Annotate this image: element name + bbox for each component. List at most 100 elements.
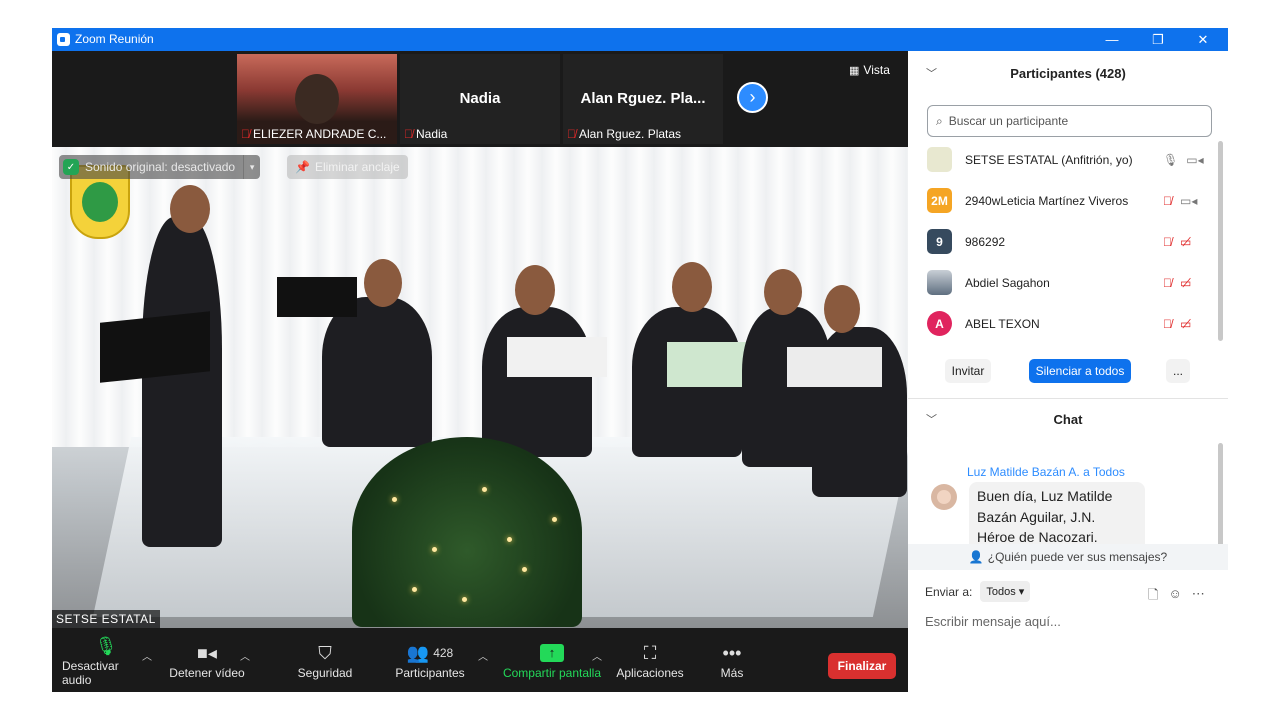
- camera-off-icon[interactable]: ▭̸: [1180, 276, 1191, 290]
- mic-off-icon: 🎙̸: [404, 127, 413, 141]
- thumb-big-name: Nadia: [459, 90, 501, 107]
- search-placeholder: Buscar un participante: [948, 114, 1069, 128]
- invite-button[interactable]: Invitar: [945, 359, 991, 383]
- share-screen-icon: ↑: [540, 640, 564, 666]
- musician: [482, 307, 592, 457]
- meeting-toolbar: 🎙 Desactivar audio ︿ ■◂ Detener vídeo ︿ …: [52, 628, 908, 692]
- view-button[interactable]: ▦ Vista: [849, 63, 890, 77]
- mic-off-icon[interactable]: 🎙̸: [1163, 276, 1172, 290]
- original-sound-label: Sonido original: desactivado: [85, 160, 236, 174]
- divider: [908, 398, 1228, 399]
- share-screen-button[interactable]: ↑ Compartir pantalla: [500, 628, 604, 692]
- mic-off-icon: 🎙̸: [241, 127, 250, 141]
- chevron-up-icon[interactable]: ︿: [142, 648, 152, 663]
- mic-off-icon[interactable]: 🎙̸: [1163, 235, 1172, 249]
- more-button[interactable]: ••• Más: [707, 628, 757, 692]
- light: [507, 537, 512, 542]
- singer-head: [170, 185, 210, 233]
- file-icon[interactable]: 🗋: [1148, 586, 1158, 608]
- unpin-button[interactable]: 📌 Eliminar anclaje: [287, 155, 408, 179]
- participant-search-input[interactable]: ⌕ Buscar un participante: [927, 105, 1212, 137]
- chevron-up-icon[interactable]: ︿: [478, 648, 488, 663]
- musician-head: [364, 259, 402, 307]
- nativity-tree: [352, 437, 582, 627]
- pin-icon: 📌: [295, 160, 310, 174]
- participants-scrollbar[interactable]: [1218, 141, 1223, 341]
- mute-all-button[interactable]: Silenciar a todos: [1029, 359, 1131, 383]
- more-dots-icon[interactable]: ⋯: [1192, 586, 1205, 608]
- shield-icon: ⛉: [318, 642, 332, 663]
- participant-row[interactable]: 9 986292 🎙̸ ▭̸: [908, 221, 1228, 262]
- microphone-icon[interactable]: 🎙: [1163, 153, 1178, 167]
- grid-icon: ▦: [849, 64, 860, 77]
- participants-button[interactable]: 👥 428 Participantes: [392, 628, 468, 692]
- music-sheet: [507, 337, 607, 377]
- end-meeting-button[interactable]: Finalizar: [828, 653, 896, 679]
- minimize-button[interactable]: —: [1089, 28, 1135, 51]
- zoom-window: Zoom Reunión — ❐ ✕ 🎙̸ ELIEZER ANDRADE C.…: [52, 28, 1228, 692]
- chevron-down-icon[interactable]: ﹀: [926, 65, 937, 81]
- participant-name: 2940wLeticia Martínez Viveros: [965, 193, 1129, 208]
- camera-off-icon[interactable]: ▭̸: [1180, 235, 1191, 249]
- apps-button[interactable]: ⛶ Aplicaciones: [614, 628, 686, 692]
- participant-name: Abdiel Sagahon: [965, 275, 1050, 290]
- chevron-up-icon[interactable]: ︿: [240, 648, 250, 663]
- search-icon: ⌕: [936, 113, 943, 128]
- light: [522, 567, 527, 572]
- original-sound-bar[interactable]: ✓ Sonido original: desactivado ▾: [59, 155, 261, 179]
- next-page-button[interactable]: ›: [737, 82, 768, 113]
- participant-controls: 🎙̸ ▭̸: [1163, 235, 1191, 249]
- security-button[interactable]: ⛉ Seguridad: [290, 628, 360, 692]
- mute-button[interactable]: 🎙 Desactivar audio: [62, 628, 150, 692]
- apps-label: Aplicaciones: [616, 666, 684, 680]
- recipient-value: Todos: [986, 586, 1016, 598]
- emoji-icon[interactable]: ☺: [1168, 586, 1181, 608]
- participant-head: [295, 74, 339, 124]
- more-label: Más: [720, 666, 744, 680]
- chat-message-input[interactable]: Escribir mensaje aquí...: [925, 614, 1061, 629]
- mute-label: Desactivar audio: [62, 659, 119, 687]
- musician-head: [824, 285, 860, 333]
- thumb-eliezer[interactable]: 🎙̸ ELIEZER ANDRADE C...: [237, 54, 397, 144]
- participant-strip: 🎙̸ ELIEZER ANDRADE C... Nadia 🎙̸ Nadia A…: [52, 51, 908, 147]
- avatar: 9: [927, 229, 952, 254]
- main-video: ✓ Sonido original: desactivado ▾ 📌 Elimi…: [52, 147, 908, 628]
- participant-name: SETSE ESTATAL (Anfitrión, yo): [965, 152, 1133, 167]
- zoom-logo-icon: [57, 33, 70, 46]
- chevron-down-icon: ▾: [1018, 586, 1025, 598]
- stop-video-button[interactable]: ■◂ Detener vídeo: [166, 628, 248, 692]
- light: [552, 517, 557, 522]
- chevron-down-icon[interactable]: ﹀: [926, 411, 937, 427]
- person-icon: 👤: [968, 550, 984, 564]
- light: [392, 497, 397, 502]
- who-can-see-link[interactable]: 👤 ¿Quién puede ver sus mensajes?: [908, 544, 1228, 570]
- chevron-up-icon[interactable]: ︿: [592, 648, 602, 663]
- thumb-nadia[interactable]: Nadia 🎙̸ Nadia: [400, 54, 560, 144]
- singer: [142, 217, 222, 547]
- window-title: Zoom Reunión: [75, 32, 154, 46]
- participant-row[interactable]: SETSE ESTATAL (Anfitrión, yo) 🎙 ▭◂: [908, 139, 1228, 180]
- close-button[interactable]: ✕: [1180, 28, 1226, 51]
- avatar: [927, 270, 952, 295]
- participant-row[interactable]: A ABEL TEXON 🎙̸ ▭̸: [908, 303, 1228, 344]
- participant-row[interactable]: 2M 2940wLeticia Martínez Viveros 🎙̸ ▭◂: [908, 180, 1228, 221]
- chat-sender: Luz Matilde Bazán A. a Todos: [967, 465, 1125, 479]
- recipient-dropdown[interactable]: Todos ▾: [980, 581, 1031, 602]
- restore-button[interactable]: ❐: [1135, 28, 1181, 51]
- more-options-button[interactable]: ...: [1166, 359, 1190, 383]
- send-to-row: Enviar a: Todos ▾: [925, 581, 1031, 602]
- thumb-alan[interactable]: Alan Rguez. Pla... 🎙̸ Alan Rguez. Platas: [563, 54, 723, 144]
- security-label: Seguridad: [297, 666, 353, 680]
- title-bar: Zoom Reunión — ❐ ✕: [52, 28, 1228, 51]
- chat-scrollbar[interactable]: [1218, 443, 1223, 547]
- thumb-name: ELIEZER ANDRADE C...: [253, 127, 387, 141]
- camera-off-icon[interactable]: ▭̸: [1180, 317, 1191, 331]
- chevron-down-icon[interactable]: ▾: [244, 162, 260, 173]
- participant-row[interactable]: Abdiel Sagahon 🎙̸ ▭̸: [908, 262, 1228, 303]
- camera-icon[interactable]: ▭◂: [1186, 153, 1203, 167]
- mic-off-icon[interactable]: 🎙̸: [1163, 194, 1172, 208]
- avatar: [931, 484, 957, 510]
- camera-icon[interactable]: ▭◂: [1180, 194, 1197, 208]
- participant-controls: 🎙̸ ▭◂: [1163, 194, 1197, 208]
- mic-off-icon[interactable]: 🎙̸: [1163, 317, 1172, 331]
